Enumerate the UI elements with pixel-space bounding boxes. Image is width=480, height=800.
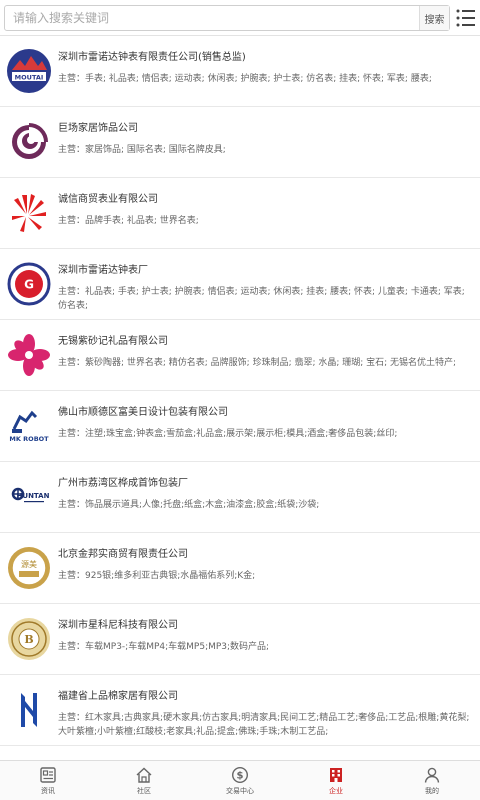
search-input[interactable] bbox=[5, 6, 421, 30]
company-item[interactable]: 无锡紫砂记礼品有限公司 主营：紫砂陶器; 世界名表; 精仿名表; 品牌服饰; 珍… bbox=[0, 320, 480, 391]
company-item[interactable]: 诚信商贸表业有限公司 主营：品牌手表; 礼品表; 世界名表; bbox=[0, 178, 480, 249]
huntan-logo-icon: HUNTAN bbox=[6, 474, 52, 520]
company-main-business: 主营：礼品表; 手表; 护士表; 护腕表; 情侣表; 运动表; 休闲表; 挂表;… bbox=[58, 287, 465, 311]
top-bar: 搜索 bbox=[0, 0, 480, 36]
company-item[interactable]: B 深圳市星科尼科技有限公司 主营：车载MP3-;车载MP4;车载MP5;MP3… bbox=[0, 604, 480, 675]
company-item[interactable]: G 深圳市雷诺达钟表厂 主营：礼品表; 手表; 护士表; 护腕表; 情侣表; 运… bbox=[0, 249, 480, 320]
search-box: 搜索 bbox=[4, 5, 450, 31]
company-name[interactable]: 北京金邦实商贸有限责任公司 bbox=[58, 548, 474, 562]
company-item[interactable]: 源美 北京金邦实商贸有限责任公司 主营：925银;维多利亚古典银;水晶福佑系列;… bbox=[0, 533, 480, 604]
company-main-business: 主营：品牌手表; 礼品表; 世界名表; bbox=[58, 216, 199, 226]
g-circle-logo-icon: G bbox=[6, 261, 52, 307]
tab-label: 资讯 bbox=[41, 787, 55, 795]
company-name[interactable]: 福建省上品棉家居有限公司 bbox=[58, 690, 474, 704]
company-main-business: 主营：红木家具;古典家具;硬木家具;仿古家具;明清家具;民间工艺;精品工艺;奢侈… bbox=[58, 713, 470, 737]
pink-flower-logo-icon bbox=[6, 332, 52, 378]
user-icon bbox=[423, 766, 441, 784]
list-menu-icon[interactable] bbox=[456, 9, 476, 27]
bottom-tab-bar: 资讯 社区 $ 交易中心 企业 我的 bbox=[0, 760, 480, 800]
tab-mine[interactable]: 我的 bbox=[384, 761, 480, 800]
moutai-logo-icon: MOUTAI bbox=[6, 48, 52, 94]
tab-news[interactable]: 资讯 bbox=[0, 761, 96, 800]
company-main-business: 主营：饰品展示道具;人像;托盘;纸盒;木盒;油漆盒;胶盒;纸袋;沙袋; bbox=[58, 500, 320, 510]
company-main-business: 主营：注塑;珠宝盒;钟表盒;雪茄盒;礼品盒;展示架;展示柜;模具;酒盒;奢侈品包… bbox=[58, 429, 398, 439]
robot-logo-text: MK ROBOT bbox=[9, 435, 49, 443]
gold-seal-logo-text: B bbox=[24, 633, 33, 646]
tab-enterprise[interactable]: 企业 bbox=[288, 761, 384, 800]
spiral-logo-icon bbox=[6, 119, 52, 165]
tab-trading-center[interactable]: $ 交易中心 bbox=[192, 761, 288, 800]
gold-seal-logo-icon: B bbox=[6, 616, 52, 662]
company-name[interactable]: 深圳市星科尼科技有限公司 bbox=[58, 619, 474, 633]
company-name[interactable]: 广州市荔湾区桦成首饰包装厂 bbox=[58, 477, 474, 491]
company-main-business: 主营：家居饰品; 国际名表; 国际名牌皮具; bbox=[58, 145, 226, 155]
tab-label: 我的 bbox=[425, 787, 439, 795]
company-main-business: 主营：车载MP3-;车载MP4;车载MP5;MP3;数码产品; bbox=[58, 642, 270, 652]
gold-badge-logo-text: 源美 bbox=[21, 559, 37, 569]
tab-community[interactable]: 社区 bbox=[96, 761, 192, 800]
company-item[interactable]: HUNTAN 广州市荔湾区桦成首饰包装厂 主营：饰品展示道具;人像;托盘;纸盒;… bbox=[0, 462, 480, 533]
company-main-business: 主营：手表; 礼品表; 情侣表; 运动表; 休闲表; 护腕表; 护士表; 仿名表… bbox=[58, 74, 432, 84]
search-button[interactable]: 搜索 bbox=[419, 6, 449, 30]
g-logo-text: G bbox=[24, 278, 34, 292]
company-item[interactable]: 福建省上品棉家居有限公司 主营：红木家具;古典家具;硬木家具;仿古家具;明清家具… bbox=[0, 675, 480, 746]
news-icon bbox=[39, 766, 57, 784]
robot-logo-icon: MK ROBOT bbox=[6, 403, 52, 449]
blue-pillar-logo-icon bbox=[6, 687, 52, 733]
tab-label: 企业 bbox=[329, 787, 343, 795]
company-name[interactable]: 无锡紫砂记礼品有限公司 bbox=[58, 335, 474, 349]
company-name[interactable]: 诚信商贸表业有限公司 bbox=[58, 193, 474, 207]
moutai-logo-text: MOUTAI bbox=[15, 74, 44, 82]
dollar-icon: $ bbox=[231, 766, 249, 784]
tab-label: 社区 bbox=[137, 787, 151, 795]
company-item[interactable]: MOUTAI 深圳市雷诺达钟表有限责任公司(销售总监) 主营：手表; 礼品表; … bbox=[0, 36, 480, 107]
company-main-business: 主营：紫砂陶器; 世界名表; 精仿名表; 品牌服饰; 珍珠制品; 翡翠; 水晶;… bbox=[58, 358, 457, 368]
company-name[interactable]: 巨场家居饰品公司 bbox=[58, 122, 474, 136]
gold-badge-logo-icon: 源美 bbox=[6, 545, 52, 591]
home-icon bbox=[135, 766, 153, 784]
tab-label: 交易中心 bbox=[226, 787, 254, 795]
svg-text:$: $ bbox=[237, 771, 244, 782]
company-name[interactable]: 深圳市雷诺达钟表厂 bbox=[58, 264, 474, 278]
red-fan-logo-icon bbox=[6, 190, 52, 236]
huntan-logo-text: HUNTAN bbox=[17, 492, 50, 500]
company-item[interactable]: 巨场家居饰品公司 主营：家居饰品; 国际名表; 国际名牌皮具; bbox=[0, 107, 480, 178]
company-item[interactable]: MK ROBOT 佛山市顺德区富美日设计包装有限公司 主营：注塑;珠宝盒;钟表盒… bbox=[0, 391, 480, 462]
company-name[interactable]: 佛山市顺德区富美日设计包装有限公司 bbox=[58, 406, 474, 420]
company-main-business: 主营：925银;维多利亚古典银;水晶福佑系列;K金; bbox=[58, 571, 256, 581]
company-item[interactable] bbox=[0, 746, 480, 760]
company-list: MOUTAI 深圳市雷诺达钟表有限责任公司(销售总监) 主营：手表; 礼品表; … bbox=[0, 36, 480, 760]
building-icon bbox=[327, 766, 345, 784]
company-name[interactable]: 深圳市雷诺达钟表有限责任公司(销售总监) bbox=[58, 51, 474, 65]
